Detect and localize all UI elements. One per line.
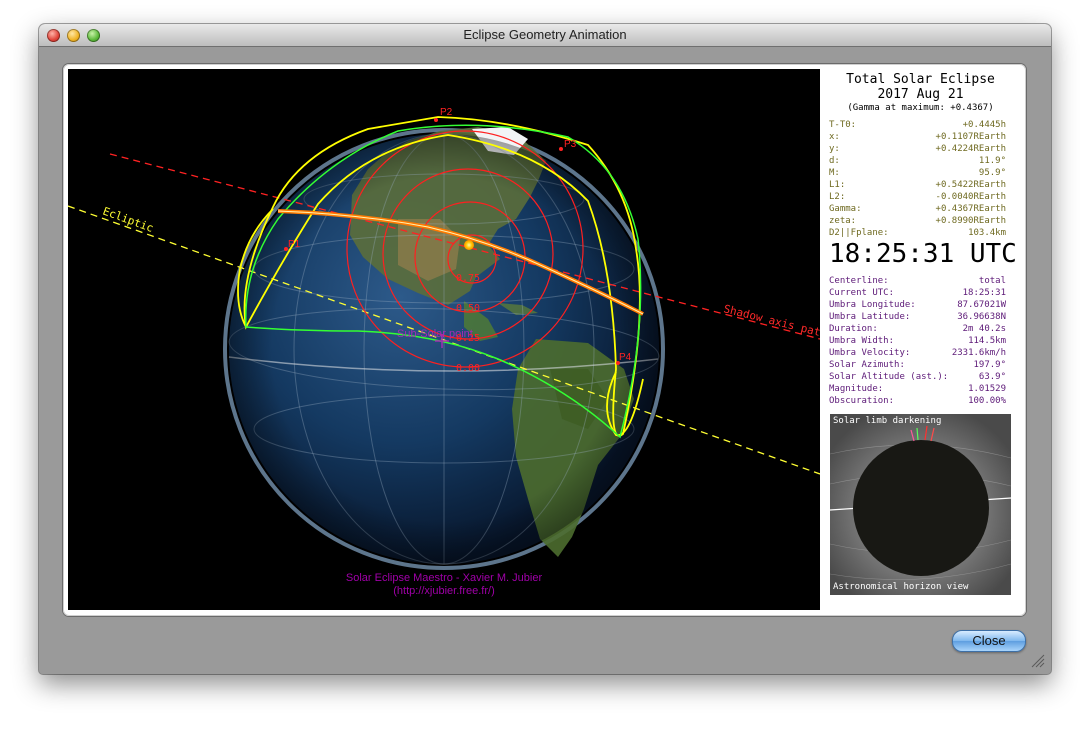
circumstance-key: Current UTC: bbox=[829, 288, 895, 298]
content-panel: Ecliptic Shadow axis path Sub-Solar poin… bbox=[63, 64, 1026, 616]
geometry-value: +0.5422REarth bbox=[935, 180, 1006, 190]
circumstance-key: Umbra Width: bbox=[829, 336, 895, 346]
circumstance-row: Magnitude: 1.01529 bbox=[829, 383, 1006, 395]
circumstance-key: Magnitude: bbox=[829, 384, 884, 394]
p2-marker bbox=[434, 118, 438, 122]
geometry-value: 103.4km bbox=[968, 228, 1006, 238]
contour-label-025: 0.25 bbox=[456, 333, 480, 344]
circumstance-value: 114.5km bbox=[968, 336, 1006, 346]
credit-line-1: Solar Eclipse Maestro - Xavier M. Jubier bbox=[346, 572, 543, 584]
contour-label-075: 0.75 bbox=[456, 273, 480, 284]
umbra-spot bbox=[464, 240, 474, 250]
geometry-key: y: bbox=[829, 144, 840, 154]
circumstance-key: Umbra Latitude: bbox=[829, 312, 911, 322]
sun-view-caption: Astronomical horizon view bbox=[833, 582, 969, 592]
globe-scene: Ecliptic Shadow axis path Sub-Solar poin… bbox=[68, 107, 820, 597]
p1-label: P1 bbox=[288, 239, 301, 250]
circumstance-value: 2331.6km/h bbox=[951, 348, 1006, 358]
circumstance-key: Duration: bbox=[829, 324, 878, 334]
geometry-key: zeta: bbox=[829, 216, 857, 226]
contour-label-050: 0.50 bbox=[456, 303, 480, 314]
geometry-key: D2||Fplane: bbox=[829, 228, 889, 238]
geometry-row: M: 95.9° bbox=[829, 167, 1006, 179]
eclipse-type-title: Total Solar Eclipse bbox=[846, 72, 995, 87]
window-title: Eclipse Geometry Animation bbox=[463, 27, 627, 42]
geometry-row: L2: -0.0040REarth bbox=[829, 191, 1006, 203]
geometry-row: D2||Fplane: 103.4km bbox=[829, 227, 1006, 239]
gamma-note: (Gamma at maximum: +0.4367) bbox=[847, 103, 994, 113]
circumstance-value: 36.96638N bbox=[957, 312, 1006, 322]
geometry-value: 11.9° bbox=[978, 156, 1006, 166]
circumstance-row: Solar Azimuth: 197.9° bbox=[829, 359, 1006, 371]
circumstance-row: Current UTC: 18:25:31 bbox=[829, 287, 1006, 299]
circumstance-key: Centerline: bbox=[829, 276, 889, 286]
geometry-value: +0.4224REarth bbox=[935, 144, 1006, 154]
info-panel: Total Solar Eclipse 2017 Aug 21 (Gamma a… bbox=[821, 69, 1020, 610]
p4-label: P4 bbox=[619, 352, 632, 363]
geometry-value: +0.4367REarth bbox=[935, 204, 1006, 214]
shadow-axis-label: Shadow axis path bbox=[722, 302, 820, 340]
circumstance-key: Obscuration: bbox=[829, 396, 895, 406]
geometry-key: L1: bbox=[829, 180, 846, 190]
globe-shading bbox=[229, 134, 659, 564]
geometry-value: +0.8990REarth bbox=[935, 216, 1006, 226]
sun-view-title: Solar limb darkening bbox=[833, 416, 942, 426]
geometry-key: M: bbox=[829, 168, 840, 178]
circumstance-row: Obscuration: 100.00% bbox=[829, 395, 1006, 407]
resize-grip-icon[interactable] bbox=[1029, 652, 1045, 668]
geometry-key: x: bbox=[829, 132, 840, 142]
geometry-key: Gamma: bbox=[829, 204, 862, 214]
p3-label: P3 bbox=[564, 139, 577, 150]
geometry-value: -0.0040REarth bbox=[935, 192, 1006, 202]
circumstance-value: 100.00% bbox=[968, 396, 1006, 406]
circumstance-row: Umbra Longitude: 87.67021W bbox=[829, 299, 1006, 311]
circumstance-key: Solar Azimuth: bbox=[829, 360, 905, 370]
circumstance-value: 2m 40.2s bbox=[962, 324, 1006, 334]
circumstance-row: Umbra Width: 114.5km bbox=[829, 335, 1006, 347]
p3-marker bbox=[559, 147, 563, 151]
circumstance-key: Solar Altitude (ast.): bbox=[829, 372, 949, 382]
current-time-display: 18:25:31 UTC bbox=[829, 239, 1017, 269]
circumstance-value: 87.67021W bbox=[957, 300, 1006, 310]
circumstance-row: Duration: 2m 40.2s bbox=[829, 323, 1006, 335]
circumstance-value: 63.9° bbox=[978, 372, 1006, 382]
geometry-value: 95.9° bbox=[978, 168, 1006, 178]
geometry-row: d: 11.9° bbox=[829, 155, 1006, 167]
circumstance-key: Umbra Longitude: bbox=[829, 300, 916, 310]
globe-view: Ecliptic Shadow axis path Sub-Solar poin… bbox=[68, 69, 820, 610]
sun-limb-graphic bbox=[830, 414, 1011, 595]
circumstance-row: Centerline: total bbox=[829, 275, 1006, 287]
circumstance-value: 197.9° bbox=[973, 360, 1006, 370]
geometry-key: L2: bbox=[829, 192, 846, 202]
circumstance-value: 18:25:31 bbox=[962, 288, 1006, 298]
close-button[interactable]: Close bbox=[952, 630, 1026, 652]
p2-label: P2 bbox=[440, 107, 453, 118]
geometry-row: x: +0.1107REarth bbox=[829, 131, 1006, 143]
geometry-value: +0.4445h bbox=[962, 120, 1006, 130]
geometry-row: zeta: +0.8990REarth bbox=[829, 215, 1006, 227]
title-bar[interactable]: Eclipse Geometry Animation bbox=[39, 24, 1051, 47]
geometry-key: T-T0: bbox=[829, 120, 857, 130]
circumstance-key: Umbra Velocity: bbox=[829, 348, 911, 358]
geometry-row: y: +0.4224REarth bbox=[829, 143, 1006, 155]
eclipse-window: Eclipse Geometry Animation Ecliptic Shad… bbox=[39, 24, 1051, 674]
ecliptic-label: Ecliptic bbox=[101, 205, 155, 235]
geometry-row: L1: +0.5422REarth bbox=[829, 179, 1006, 191]
circumstance-value: total bbox=[978, 276, 1006, 286]
geometry-row: T-T0: +0.4445h bbox=[829, 119, 1006, 131]
eclipse-date: 2017 Aug 21 bbox=[877, 87, 964, 102]
circumstance-row: Umbra Latitude: 36.96638N bbox=[829, 311, 1006, 323]
contour-label-000: 0.00 bbox=[456, 363, 480, 374]
credit-line-2: (http://xjubier.free.fr/) bbox=[393, 585, 494, 597]
geometry-value: +0.1107REarth bbox=[935, 132, 1006, 142]
geometry-row: Gamma: +0.4367REarth bbox=[829, 203, 1006, 215]
circumstance-row: Umbra Velocity: 2331.6km/h bbox=[829, 347, 1006, 359]
geometry-key: d: bbox=[829, 156, 840, 166]
circumstance-row: Solar Altitude (ast.): 63.9° bbox=[829, 371, 1006, 383]
circumstance-value: 1.01529 bbox=[968, 384, 1006, 394]
sun-limb-view: Solar limb darkening Astronomical horizo… bbox=[830, 414, 1011, 595]
moon-disk bbox=[853, 440, 989, 576]
